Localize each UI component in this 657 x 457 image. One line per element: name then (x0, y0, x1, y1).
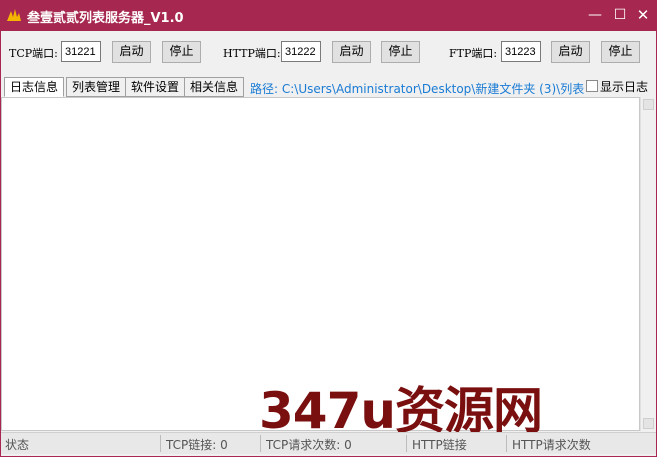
window-title: 叁壹贰贰列表服务器_V1.0 (27, 11, 184, 26)
http-port-label: HTTP端口: (223, 47, 281, 60)
tcp-port-label: TCP端口: (9, 47, 58, 60)
client-area: TCP端口: 启动 停止 HTTP端口: 启动 停止 FTP端口: 启动 停止 … (1, 31, 656, 456)
app-logo-icon (7, 9, 21, 21)
tab-list-management[interactable]: 列表管理 (66, 77, 127, 97)
tcp-port-input[interactable] (61, 41, 101, 62)
ftp-stop-button[interactable]: 停止 (601, 41, 640, 63)
status-separator (260, 435, 261, 452)
ftp-start-button[interactable]: 启动 (551, 41, 590, 63)
maximize-button[interactable]: ☐ (609, 4, 631, 26)
tab-log[interactable]: 日志信息 (4, 77, 65, 97)
status-tcp-connections: TCP链接: 0 (166, 438, 228, 452)
app-window: 叁壹贰贰列表服务器_V1.0 — ☐ ✕ TCP端口: 启动 停止 HTTP端口… (0, 0, 657, 457)
scroll-up-button[interactable] (643, 99, 654, 110)
tcp-stop-button[interactable]: 停止 (162, 41, 201, 63)
show-log-checkbox[interactable] (586, 80, 598, 92)
status-separator (406, 435, 407, 452)
scroll-down-button[interactable] (643, 418, 654, 429)
status-separator (506, 435, 507, 452)
status-separator (160, 435, 161, 452)
show-log-label[interactable]: 显示日志 (600, 78, 648, 95)
status-http-requests: HTTP请求次数 (512, 438, 591, 452)
ftp-port-label: FTP端口: (449, 47, 498, 60)
log-scrollbar[interactable] (640, 97, 656, 431)
http-stop-button[interactable]: 停止 (381, 41, 420, 63)
path-text: 路径: C:\Users\Administrator\Desktop\新建文件夹… (250, 82, 584, 96)
status-bar: 状态 TCP链接: 0 TCP请求次数: 0 HTTP链接 HTTP请求次数 (1, 432, 656, 454)
close-button[interactable]: ✕ (632, 4, 654, 26)
tcp-start-button[interactable]: 启动 (112, 41, 151, 63)
minimize-button[interactable]: — (584, 4, 606, 26)
http-start-button[interactable]: 启动 (332, 41, 371, 63)
status-tcp-requests: TCP请求次数: 0 (266, 438, 352, 452)
ftp-port-input[interactable] (501, 41, 541, 62)
title-bar[interactable]: 叁壹贰贰列表服务器_V1.0 — ☐ ✕ (0, 0, 657, 31)
status-http-connections: HTTP链接 (412, 438, 467, 452)
tab-about[interactable]: 相关信息 (184, 77, 245, 97)
status-state: 状态 (5, 438, 30, 452)
tab-software-settings[interactable]: 软件设置 (125, 77, 186, 97)
http-port-input[interactable] (281, 41, 321, 62)
